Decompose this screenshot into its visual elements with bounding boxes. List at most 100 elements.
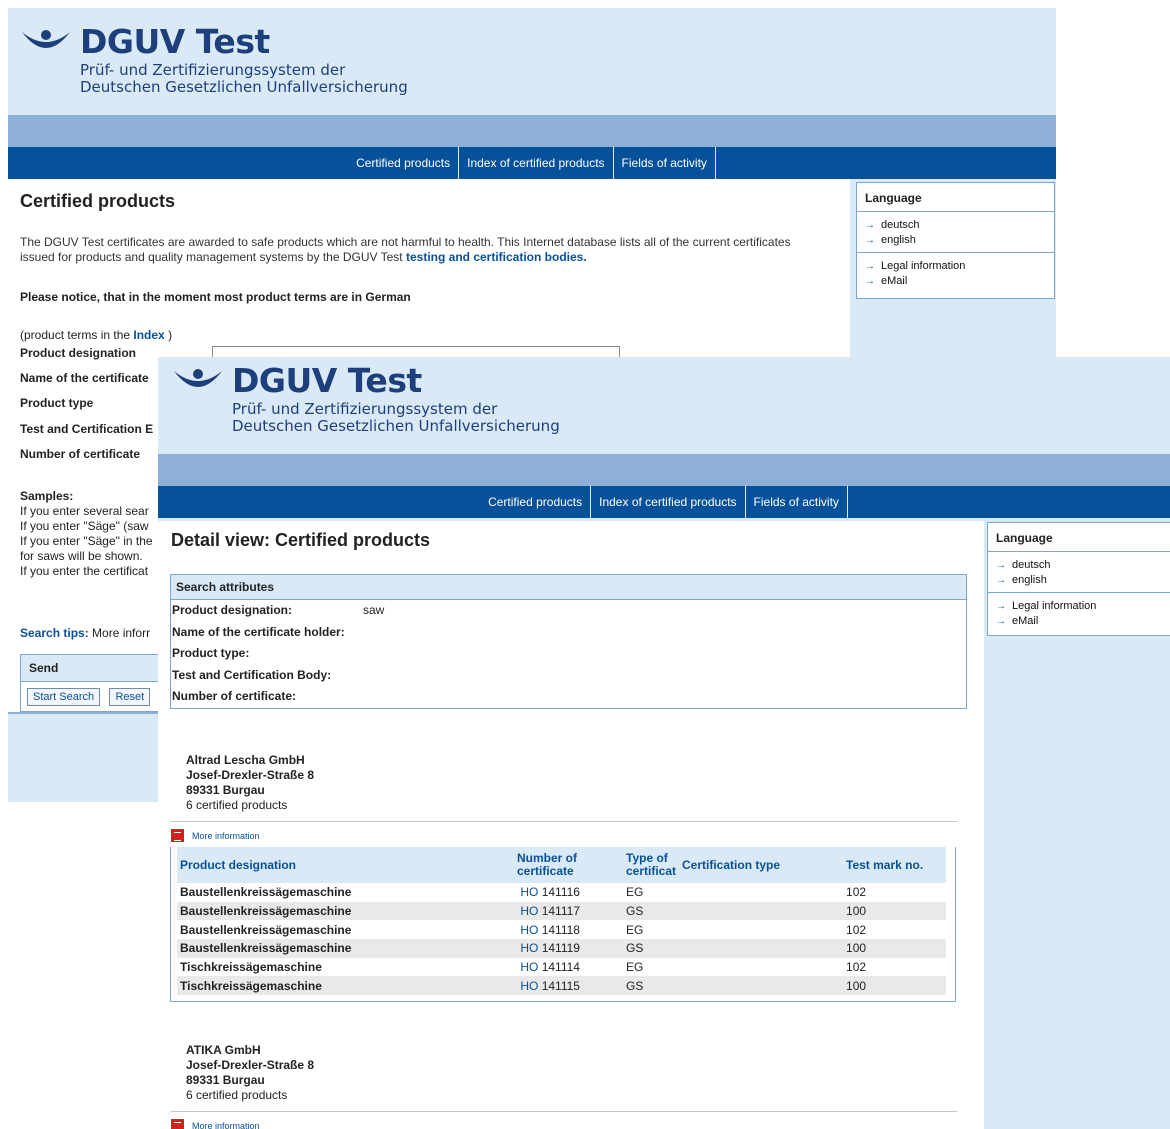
index-link[interactable]: Index xyxy=(133,328,164,342)
company-city: 89331 Burgau xyxy=(186,1073,265,1087)
certificate-number: 141117 xyxy=(541,904,580,919)
table-row[interactable]: Baustellenkreissägemaschine HO 141118 EG… xyxy=(177,920,946,939)
col-certification-type[interactable]: Certification type xyxy=(679,847,844,883)
company-product-count: 6 certified products xyxy=(186,798,288,812)
certificate-prefix-link[interactable]: HO xyxy=(520,941,538,955)
more-information-link[interactable]: More information xyxy=(171,829,260,842)
certificate-number: 141118 xyxy=(541,922,580,937)
arrow-right-icon: → xyxy=(865,276,875,287)
lang-english-link[interactable]: → english xyxy=(996,573,1168,588)
index-hint-suffix: ) xyxy=(168,328,173,342)
cell-cert-type xyxy=(679,958,843,977)
dguv-logo[interactable]: DGUV Test Prüf- und Zertifizierungssyste… xyxy=(172,364,560,435)
col-test-mark[interactable]: Test mark no. xyxy=(843,847,946,883)
cell-certificate-number[interactable]: HO 141114 xyxy=(514,958,623,977)
more-information-link[interactable]: More information xyxy=(171,1119,260,1129)
lang-deutsch-link[interactable]: → deutsch xyxy=(865,218,1046,233)
attribute-label: Product designation: xyxy=(172,603,292,617)
col-product-designation[interactable]: Product designation xyxy=(177,847,514,883)
document-icon xyxy=(171,1119,184,1129)
cell-certificate-number[interactable]: HO 141117 xyxy=(514,901,623,921)
samples-line: If you enter "Säge" in the xyxy=(20,534,153,548)
nav-fields-of-activity[interactable]: Fields of activity xyxy=(744,486,848,518)
company-street: Josef-Drexler-Straße 8 xyxy=(186,1058,315,1072)
table-row[interactable]: Baustellenkreissägemaschine HO 141119 GS… xyxy=(177,939,946,958)
arrow-right-icon: → xyxy=(865,235,875,246)
label-product-type: Product type xyxy=(20,396,94,410)
certificate-number: 141114 xyxy=(541,960,580,975)
start-search-button[interactable]: Start Search xyxy=(27,688,101,706)
cell-certificate-number[interactable]: HO 141119 xyxy=(514,939,623,958)
certificate-prefix-link[interactable]: HO xyxy=(520,923,538,937)
search-tips-link[interactable]: Search tips: xyxy=(20,626,89,640)
legal-information-link[interactable]: → Legal information xyxy=(865,259,1046,274)
lang-label: english xyxy=(881,234,916,246)
col-certificate-type[interactable]: Type of certificat xyxy=(623,847,680,883)
samples-line: If you enter "Säge" (saw xyxy=(20,519,149,533)
lang-deutsch-link[interactable]: → deutsch xyxy=(996,558,1168,573)
certificate-number: 141119 xyxy=(541,941,580,956)
nav-index-certified-products[interactable]: Index of certified products xyxy=(590,486,744,518)
cell-cert-type xyxy=(679,901,844,921)
samples-title: Samples: xyxy=(20,489,74,503)
company-name: ATIKA GmbH xyxy=(186,1043,261,1057)
table-row[interactable]: Baustellenkreissägemaschine HO 141116 EG… xyxy=(177,883,946,902)
table-row[interactable]: Tischkreissägemaschine HO 141114 EG 102 xyxy=(177,958,946,977)
attribute-label: Name of the certificate holder: xyxy=(172,624,345,639)
attribute-row: Test and Certification Body: xyxy=(171,665,966,687)
certificate-prefix-link[interactable]: HO xyxy=(520,885,538,899)
footer-links: → Legal information → eMail xyxy=(988,593,1170,633)
main-nav: Certified products Index of certified pr… xyxy=(158,486,1170,518)
cell-designation: Baustellenkreissägemaschine xyxy=(177,939,514,958)
link-label: eMail xyxy=(1012,615,1039,627)
certificate-prefix-link[interactable]: HO xyxy=(520,904,538,918)
table-row[interactable]: Baustellenkreissägemaschine HO 141117 GS… xyxy=(177,901,946,921)
attribute-label: Test and Certification Body: xyxy=(172,667,332,682)
cell-type: EG xyxy=(626,922,644,937)
dguv-logo[interactable]: DGUV Test Prüf- und Zertifizierungssyste… xyxy=(20,22,408,96)
cell-designation: Baustellenkreissägemaschine xyxy=(177,901,514,921)
cell-certificate-number[interactable]: HO 141116 xyxy=(514,883,623,902)
site-header: DGUV Test Prüf- und Zertifizierungssyste… xyxy=(158,357,1170,454)
table-header-row: Product designation Number of certificat… xyxy=(177,847,946,883)
cell-certificate-number[interactable]: HO 141115 xyxy=(514,976,623,996)
label-test-body: Test and Certification E xyxy=(20,422,154,436)
cell-cert-type xyxy=(679,939,844,958)
cell-type: EG xyxy=(626,960,644,975)
cell-mark: 100 xyxy=(843,939,946,958)
testing-bodies-link[interactable]: testing and certification bodies. xyxy=(406,250,587,264)
header-band xyxy=(8,115,1056,147)
cell-cert-type xyxy=(679,976,844,996)
lang-label: english xyxy=(1012,574,1047,586)
company-city: 89331 Burgau xyxy=(186,783,265,797)
table-row[interactable]: Tischkreissägemaschine HO 141115 GS 100 xyxy=(177,976,946,996)
nav-certified-products[interactable]: Certified products xyxy=(348,147,458,179)
nav-certified-products[interactable]: Certified products xyxy=(480,486,590,518)
cell-mark: 102 xyxy=(846,885,867,900)
site-header: DGUV Test Prüf- und Zertifizierungssyste… xyxy=(8,8,1056,115)
cell-type: GS xyxy=(623,901,680,921)
certificate-prefix-link[interactable]: HO xyxy=(520,979,538,993)
brand-title: DGUV Test xyxy=(80,22,270,61)
email-link[interactable]: → eMail xyxy=(996,614,1168,629)
nav-fields-of-activity[interactable]: Fields of activity xyxy=(612,147,716,179)
index-hint: (product terms in the Index ) xyxy=(20,328,172,342)
main-nav: Certified products Index of certified pr… xyxy=(8,147,1056,179)
reset-button[interactable]: Reset xyxy=(109,688,151,706)
email-link[interactable]: → eMail xyxy=(865,274,1046,289)
index-hint-prefix: (product terms in the xyxy=(20,328,131,342)
label-certificate-holder: Name of the certificate xyxy=(20,371,149,385)
nav-index-certified-products[interactable]: Index of certified products xyxy=(458,147,612,179)
cell-designation: Baustellenkreissägemaschine xyxy=(180,885,352,900)
samples-block: Samples: If you enter several sear If yo… xyxy=(20,489,153,579)
legal-information-link[interactable]: → Legal information xyxy=(996,599,1168,614)
brand-subtitle-2: Deutschen Gesetzlichen Unfallversicherun… xyxy=(80,78,408,96)
page-title: Detail view: Certified products xyxy=(171,530,431,550)
cell-certificate-number[interactable]: HO 141118 xyxy=(514,920,623,939)
certificate-number: 141116 xyxy=(541,885,580,900)
certificate-prefix-link[interactable]: HO xyxy=(520,960,538,974)
lang-english-link[interactable]: → english xyxy=(865,233,1046,248)
sidebar-title: Language xyxy=(988,523,1170,552)
col-certificate-number[interactable]: Number of certificate xyxy=(514,847,623,883)
cell-designation: Tischkreissägemaschine xyxy=(180,960,322,975)
